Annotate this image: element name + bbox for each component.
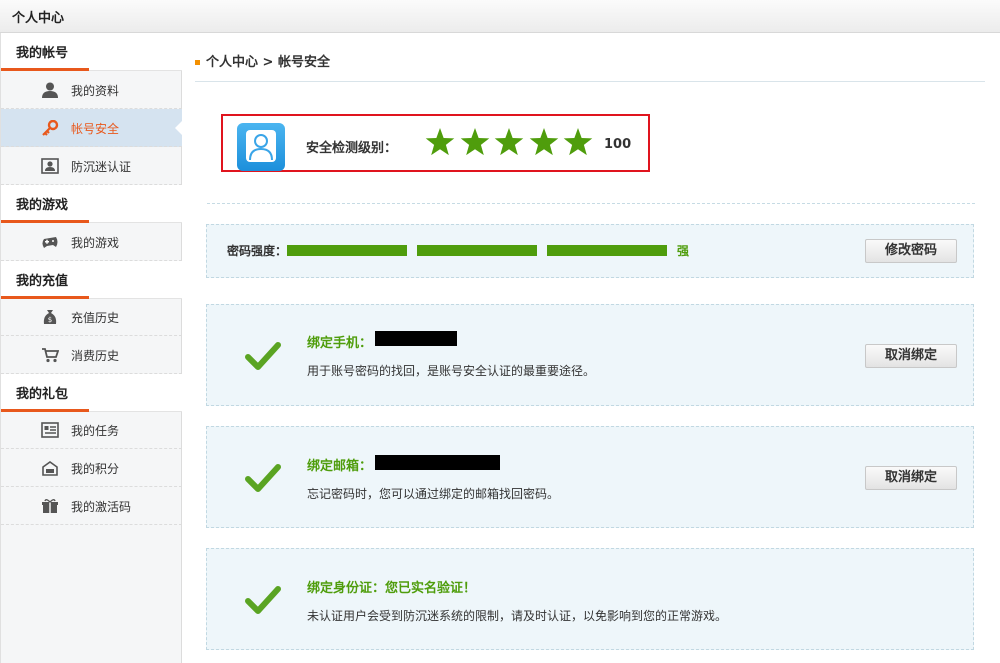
sidebar-item-points[interactable]: 我的积分 (1, 449, 182, 487)
unbind-email-button[interactable]: 取消绑定 (865, 466, 957, 490)
user-icon (42, 82, 58, 98)
security-score: 100 (604, 137, 632, 152)
bullet-icon (195, 60, 200, 65)
sidebar-item-spending-history[interactable]: 消费历史 (1, 336, 182, 374)
gamepad-icon (42, 237, 58, 248)
phone-binding-desc: 用于账号密码的找回，是账号安全认证的最重要途径。 (307, 364, 596, 378)
star-icon (494, 128, 524, 156)
redacted-phone (375, 331, 457, 346)
sidebar-item-label: 防沉迷认证 (71, 160, 132, 174)
sidebar-item-label: 帐号安全 (71, 122, 120, 136)
email-binding-title: 绑定邮箱： (307, 459, 373, 474)
divider (195, 81, 985, 82)
strength-bar (417, 245, 537, 256)
main-content: 个人中心 > 帐号安全 安全检测级别： 100 密码强度： 强 修改密码 绑定手… (183, 33, 1000, 663)
sidebar-section-title: 我的充值 (16, 274, 69, 289)
svg-text:$: $ (48, 316, 52, 324)
task-list-icon (41, 422, 59, 438)
sidebar-item-label: 我的游戏 (71, 236, 120, 250)
strength-bar (547, 245, 667, 256)
sidebar-item-anti-addiction[interactable]: 防沉迷认证 (1, 147, 182, 185)
points-icon (42, 461, 58, 476)
title-bar: 个人中心 (0, 0, 1000, 33)
identity-binding-desc: 未认证用户会受到防沉迷系统的限制，请及时认证，以免影响到您的正常游戏。 (307, 609, 728, 623)
sidebar-item-my-games[interactable]: 我的游戏 (1, 223, 182, 261)
strength-bar (287, 245, 407, 256)
breadcrumb-text: 个人中心 > 帐号安全 (206, 55, 330, 70)
star-icon (563, 128, 593, 156)
star-icon (425, 128, 455, 156)
identity-binding-title: 绑定身份证：您已实名验证！ (307, 581, 477, 596)
check-icon (245, 586, 281, 614)
password-strength-value: 强 (677, 244, 690, 258)
redacted-email (375, 455, 500, 470)
sidebar-item-account-security[interactable]: 帐号安全 (1, 109, 183, 147)
sidebar-section-title: 我的礼包 (16, 387, 69, 402)
email-binding-desc: 忘记密码时，您可以通过绑定的邮箱找回密码。 (307, 487, 560, 501)
sidebar-item-label: 我的激活码 (71, 500, 132, 514)
sidebar-item-label: 我的任务 (71, 424, 120, 438)
phone-binding-title: 绑定手机： (307, 336, 373, 351)
password-strength-panel: 密码强度： 强 修改密码 (206, 224, 974, 278)
check-icon (245, 342, 281, 370)
check-icon (245, 464, 281, 492)
sidebar-item-tasks[interactable]: 我的任务 (1, 411, 182, 449)
gift-code-icon (42, 499, 58, 513)
id-card-icon (41, 158, 59, 174)
sidebar-item-profile[interactable]: 我的资料 (1, 71, 182, 109)
sidebar: 我的帐号 我的资料 帐号安全 防沉迷认证 我的游戏 我的游戏 我的充值 $ 充值… (0, 33, 183, 663)
money-bag-icon: $ (43, 310, 57, 324)
password-strength-label: 密码强度： (227, 244, 288, 258)
sidebar-section-title: 我的游戏 (16, 198, 69, 213)
identity-binding-panel: 绑定身份证：您已实名验证！ 未认证用户会受到防沉迷系统的限制，请及时认证，以免影… (206, 548, 974, 650)
breadcrumb: 个人中心 > 帐号安全 (195, 51, 330, 70)
security-level-label: 安全检测级别： (306, 141, 398, 156)
unbind-phone-button[interactable]: 取消绑定 (865, 344, 957, 368)
sidebar-section-account: 我的帐号 (1, 33, 182, 71)
phone-binding-panel: 绑定手机： 用于账号密码的找回，是账号安全认证的最重要途径。 取消绑定 (206, 304, 974, 406)
star-icon (460, 128, 489, 156)
divider (207, 203, 975, 204)
change-password-button[interactable]: 修改密码 (865, 239, 957, 263)
sidebar-section-games: 我的游戏 (1, 185, 182, 223)
key-icon (42, 120, 59, 136)
email-binding-panel: 绑定邮箱： 忘记密码时，您可以通过绑定的邮箱找回密码。 取消绑定 (206, 426, 974, 528)
sidebar-item-activation-codes[interactable]: 我的激活码 (1, 487, 182, 525)
sidebar-item-label: 我的资料 (71, 84, 120, 98)
sidebar-item-label: 充值历史 (71, 311, 120, 325)
sidebar-section-gift: 我的礼包 (1, 374, 182, 412)
security-level-box: 安全检测级别： 100 (221, 114, 650, 172)
sidebar-section-recharge: 我的充值 (1, 261, 182, 299)
sidebar-section-title: 我的帐号 (16, 46, 69, 61)
sidebar-item-recharge-history[interactable]: $ 充值历史 (1, 298, 182, 336)
cart-icon (42, 348, 59, 363)
window-title: 个人中心 (12, 11, 65, 26)
sidebar-item-label: 消费历史 (71, 349, 120, 363)
star-icon (529, 128, 558, 156)
sidebar-item-label: 我的积分 (71, 462, 120, 476)
avatar-icon (237, 123, 285, 171)
